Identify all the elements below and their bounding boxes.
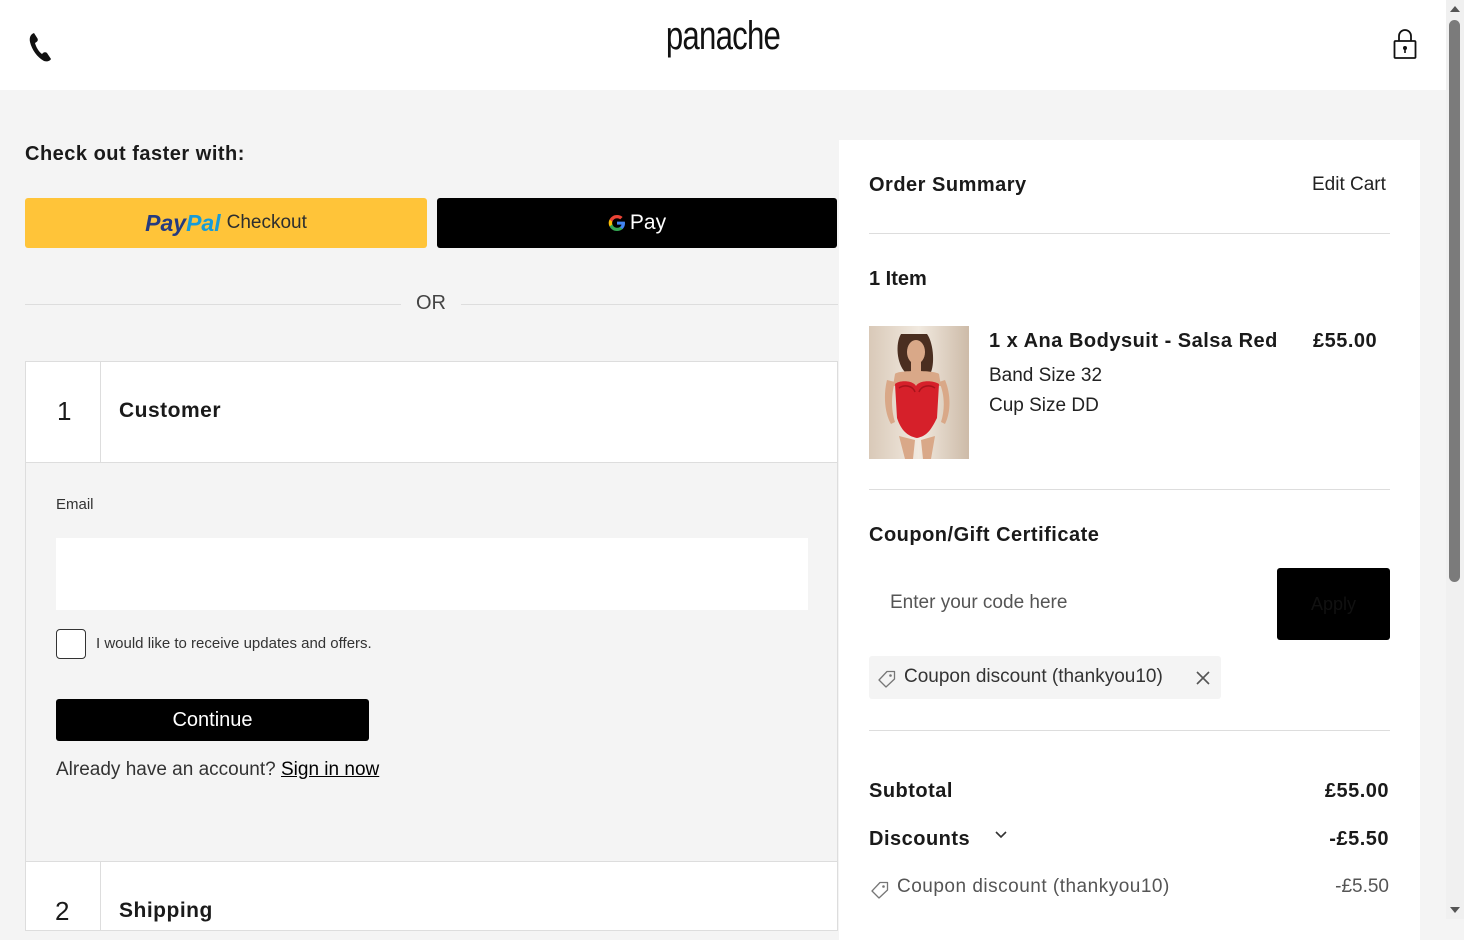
- discount-detail-label: Coupon discount (thankyou10): [897, 876, 1170, 897]
- express-checkout-title: Check out faster with:: [25, 143, 245, 165]
- discount-detail-value: -£5.50: [1335, 876, 1389, 897]
- page-scrollbar[interactable]: [1446, 0, 1464, 919]
- email-field[interactable]: [56, 538, 808, 610]
- email-label: Email: [56, 496, 94, 513]
- product-band-size: Band Size 32: [989, 365, 1103, 386]
- applied-coupon-label: Coupon discount (thankyou10): [904, 666, 1163, 687]
- google-pay-label: Pay: [629, 211, 667, 234]
- step-title: Shipping: [119, 899, 213, 922]
- paypal-checkout-button[interactable]: PayPal Checkout: [25, 198, 427, 248]
- step-shipping-header[interactable]: 2 Shipping: [25, 861, 838, 931]
- sign-in-link[interactable]: Sign in now: [281, 759, 379, 780]
- step-customer-header: 1 Customer: [25, 361, 838, 463]
- subtotal-label: Subtotal: [869, 780, 953, 802]
- signin-prompt: Already have an account? Sign in now: [56, 759, 379, 781]
- divider-line: [461, 304, 838, 305]
- order-summary-title: Order Summary: [869, 174, 1027, 196]
- brand-logo[interactable]: panache: [159, 14, 1287, 59]
- paypal-checkout-label: Checkout: [226, 212, 307, 233]
- scroll-down-arrow-icon[interactable]: [1446, 901, 1464, 919]
- divider-line: [869, 730, 1390, 731]
- or-separator: OR: [416, 292, 446, 314]
- newsletter-checkbox[interactable]: [56, 629, 86, 659]
- lock-icon: [1393, 29, 1417, 59]
- product-price: £55.00: [1313, 330, 1378, 352]
- account-prompt-text: Already have an account?: [56, 759, 276, 780]
- divider-line: [25, 304, 401, 305]
- apply-coupon-button[interactable]: Apply: [1277, 568, 1390, 640]
- step-number: 2: [55, 896, 70, 926]
- discounts-value: -£5.50: [1329, 828, 1389, 850]
- continue-button[interactable]: Continue: [56, 699, 369, 741]
- tag-icon: [871, 881, 889, 899]
- site-header: panache: [0, 0, 1446, 90]
- scroll-thumb[interactable]: [1449, 20, 1460, 582]
- chevron-down-icon[interactable]: [994, 830, 1008, 840]
- coupon-placeholder: Enter your code here: [890, 592, 1068, 613]
- divider-line: [869, 489, 1390, 490]
- newsletter-label[interactable]: I would like to receive updates and offe…: [96, 635, 372, 652]
- edit-cart-link[interactable]: Edit Cart: [1312, 174, 1386, 196]
- product-image: [869, 326, 969, 459]
- product-cup-size: Cup Size DD: [989, 395, 1099, 416]
- close-icon[interactable]: [1195, 670, 1211, 686]
- tag-icon: [878, 670, 896, 688]
- items-count: 1 Item: [869, 268, 927, 290]
- paypal-logo: PayPal: [145, 209, 221, 236]
- step-number-box: 1: [26, 362, 101, 462]
- discounts-label[interactable]: Discounts: [869, 828, 970, 851]
- step-number: 1: [57, 396, 72, 426]
- google-g-icon: [608, 215, 625, 231]
- subtotal-value: £55.00: [1324, 780, 1389, 802]
- step-number-box: 2: [26, 862, 101, 930]
- coupon-title: Coupon/Gift Certificate: [869, 524, 1100, 546]
- customer-form-panel: [25, 463, 838, 861]
- phone-icon[interactable]: [27, 31, 53, 63]
- step-title: Customer: [119, 399, 222, 422]
- scroll-up-arrow-icon[interactable]: [1446, 0, 1464, 18]
- google-pay-button[interactable]: Pay: [437, 198, 837, 248]
- divider-line: [869, 233, 1390, 234]
- product-name: 1 x Ana Bodysuit - Salsa Red: [989, 330, 1278, 352]
